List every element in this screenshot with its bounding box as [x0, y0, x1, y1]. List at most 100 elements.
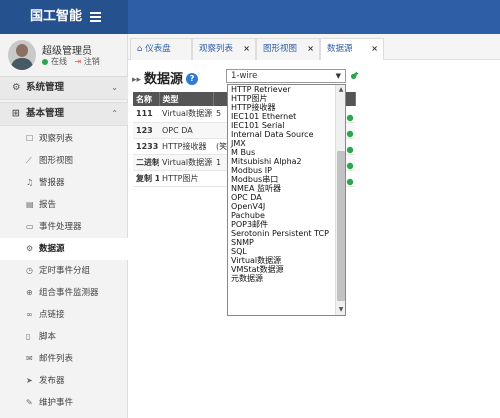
publish-icon: ➤	[26, 376, 33, 385]
menu-toggle-icon[interactable]	[90, 12, 101, 22]
sidebar-item-event-handlers[interactable]: ▭ 事件处理器	[0, 216, 128, 238]
tab-graphic-views[interactable]: 图形视图 ×	[256, 38, 320, 60]
nav-group-system[interactable]: ⚙ 系统管理 ⌄	[0, 76, 128, 100]
cell-type: HTTP接收器	[159, 138, 213, 155]
sidebar-item-scripts[interactable]: ▯ 脚本	[0, 326, 128, 348]
dropdown-option[interactable]: SNMP	[228, 238, 345, 247]
dropdown-option[interactable]: HTTP Retriever	[228, 85, 345, 94]
sidebar-item-maintenance-events[interactable]: ✎ 维护事件	[0, 392, 128, 414]
sidebar-item-watchlist[interactable]: ☐ 观察列表	[0, 128, 128, 150]
nav-group-basic[interactable]: ⊞ 基本管理 ⌃	[0, 102, 128, 126]
chevron-down-icon: ⌄	[111, 83, 118, 92]
wrench-icon: ✎	[26, 398, 33, 407]
close-icon[interactable]: ×	[243, 39, 250, 59]
online-dot-icon	[42, 58, 48, 65]
tab-bar: ⌂ 仪表盘 观察列表 × 图形视图 × 数据源 ×	[128, 34, 500, 60]
sidebar-item-compound-detectors[interactable]: ⊕ 组合事件监测器	[0, 282, 128, 304]
home-icon: ⌂	[137, 44, 143, 54]
dropdown-option[interactable]: M Bus	[228, 148, 345, 157]
sidebar-item-scheduled-events[interactable]: ◷ 定时事件分组	[0, 260, 128, 282]
avatar	[8, 40, 36, 70]
tab-label: 数据源	[327, 44, 353, 54]
scroll-down-icon[interactable]: ▼	[336, 305, 345, 315]
sidebar-item-label: 图形视图	[39, 156, 74, 166]
gear-icon: ⚙	[26, 244, 34, 253]
sidebar-item-mailing-lists[interactable]: ✉ 邮件列表	[0, 348, 128, 370]
tab-label: 图形视图	[263, 44, 298, 54]
logout-icon[interactable]: ⇥	[75, 57, 82, 66]
row-enabled-icon[interactable]	[346, 114, 354, 122]
dropdown-option[interactable]: Modbus IP	[228, 166, 345, 175]
dropdown-option[interactable]: NMEA 监听器	[228, 184, 345, 193]
add-data-source-icon[interactable]	[350, 71, 359, 80]
page-title: ▸▸ 数据源?	[132, 68, 199, 87]
row-enabled-icon[interactable]	[346, 178, 354, 186]
cell-name: 复制 1	[133, 170, 159, 187]
sidebar-item-graphic-views[interactable]: ⟋ 图形视图	[0, 150, 128, 172]
dropdown-option[interactable]: Mitsubishi Alpha2	[228, 157, 345, 166]
tab-watchlist[interactable]: 观察列表 ×	[192, 38, 256, 60]
page-title-text: 数据源	[144, 72, 184, 87]
dropdown-option[interactable]: 元数据源	[228, 274, 345, 283]
sidebar-item-label: 维护事件	[39, 398, 74, 408]
close-icon[interactable]: ×	[307, 39, 314, 59]
sidebar-item-publishers[interactable]: ➤ 发布器	[0, 370, 128, 392]
cell-name: 1233	[133, 138, 159, 155]
sidebar-item-label: 发布器	[39, 376, 65, 386]
sidebar-item-point-links[interactable]: ∞ 点链接	[0, 304, 128, 326]
report-icon: ▤	[26, 200, 34, 209]
close-icon[interactable]: ×	[371, 39, 378, 59]
row-enabled-icon[interactable]	[346, 146, 354, 154]
tab-data-sources[interactable]: 数据源 ×	[320, 38, 384, 60]
dropdown-option[interactable]: SQL	[228, 247, 345, 256]
dropdown-option[interactable]: OPC DA	[228, 193, 345, 202]
sidebar-item-alarms[interactable]: ♫ 警报器	[0, 172, 128, 194]
chart-icon: ⟋	[26, 156, 32, 165]
sidebar-item-label: 警报器	[39, 178, 65, 188]
data-source-type-select[interactable]: 1-wire ▼	[226, 69, 346, 83]
column-header-type[interactable]: 类型	[159, 92, 214, 106]
cell-type: HTTP图片	[159, 170, 213, 187]
scroll-up-icon[interactable]: ▲	[336, 85, 345, 95]
column-header-name[interactable]: 名称	[133, 92, 160, 106]
dropdown-option-list: HTTP Retriever HTTP图片 HTTP接收器 IEC101 Ethern…	[228, 85, 345, 283]
dropdown-option[interactable]: HTTP接收器	[228, 103, 345, 112]
script-icon: ▯	[26, 332, 31, 341]
tab-label: 观察列表	[199, 44, 234, 54]
bell-icon: ♫	[26, 178, 34, 187]
row-enabled-icon[interactable]	[346, 162, 354, 170]
dropdown-option[interactable]: Internal Data Source	[228, 130, 345, 139]
sidebar-item-label: 脚本	[39, 332, 57, 342]
forward-icon: ▸▸	[132, 75, 142, 85]
dropdown-option[interactable]: Pachube	[228, 211, 345, 220]
cell-type: Virtual数据源	[159, 154, 213, 171]
dropdown-option[interactable]: Serotonin Persistent TCP	[228, 229, 345, 238]
dropdown-option[interactable]: OpenV4J	[228, 202, 345, 211]
help-icon[interactable]: ?	[186, 73, 199, 85]
dropdown-option[interactable]: Modbus串口	[228, 175, 345, 184]
app-title[interactable]: 国工智能	[0, 0, 128, 34]
select-value: 1-wire	[231, 71, 258, 81]
dropdown-option[interactable]: POP3邮件	[228, 220, 345, 229]
link-icon: ∞	[26, 310, 33, 319]
dropdown-option[interactable]: Virtual数据源	[228, 256, 345, 265]
dropdown-option[interactable]: HTTP图片	[228, 94, 345, 103]
tab-dashboard[interactable]: ⌂ 仪表盘	[130, 38, 192, 60]
dropdown-option[interactable]: VMStat数据源	[228, 265, 345, 274]
sidebar-item-reports[interactable]: ▤ 报告	[0, 194, 128, 216]
dropdown-option[interactable]: IEC101 Ethernet	[228, 112, 345, 121]
sidebar-item-data-sources[interactable]: ⚙ 数据源	[0, 238, 128, 260]
scrollbar-thumb[interactable]	[337, 151, 345, 301]
sidebar-item-label: 事件处理器	[39, 222, 82, 232]
dropdown-option[interactable]: JMX	[228, 139, 345, 148]
sidebar-item-label: 数据源	[39, 244, 65, 254]
dropdown-scrollbar[interactable]: ▲ ▼	[335, 85, 345, 315]
data-source-type-dropdown[interactable]: HTTP Retriever HTTP图片 HTTP接收器 IEC101 Ethern…	[227, 84, 346, 316]
row-enabled-icon[interactable]	[346, 130, 354, 138]
dropdown-option[interactable]: IEC101 Serial	[228, 121, 345, 130]
cell-type: OPC DA	[159, 122, 213, 139]
sidebar-item-label: 组合事件监测器	[39, 288, 99, 298]
list-icon: ☐	[26, 134, 34, 143]
cell-name: 111	[133, 106, 159, 123]
logout-link[interactable]: 注销	[84, 57, 100, 66]
